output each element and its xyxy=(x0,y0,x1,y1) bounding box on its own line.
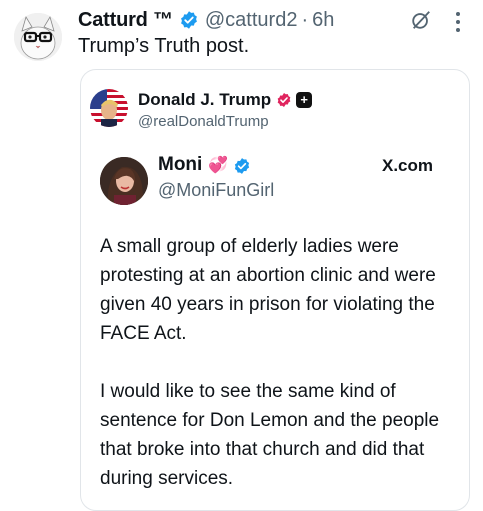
embedded-post-body: A small group of elderly ladies were pro… xyxy=(100,232,460,493)
tweet-timestamp[interactable]: 6h xyxy=(312,9,334,32)
source-label: X.com xyxy=(382,156,434,175)
post-paragraph: I would like to see the same kind of sen… xyxy=(100,381,440,489)
embedded-author-name: Moni xyxy=(158,154,203,175)
quoted-author-handle[interactable]: @realDonaldTrump xyxy=(138,113,269,130)
post-paragraph: A small group of elderly ladies were pro… xyxy=(100,236,436,344)
tweet-author-handle[interactable]: @catturd2 xyxy=(205,9,298,32)
tweet-text: Trump’s Truth post. xyxy=(78,35,250,57)
trump-avatar[interactable] xyxy=(90,89,128,127)
more-options-icon[interactable] xyxy=(454,10,462,34)
government-badge-icon xyxy=(276,92,292,108)
embedded-author-handle: @MoniFunGirl xyxy=(158,180,275,200)
verified-badge-icon xyxy=(233,157,250,174)
catturd-avatar[interactable] xyxy=(14,13,62,61)
quoted-author-name[interactable]: Donald J. Trump xyxy=(138,90,271,110)
quoted-author-row: Donald J. Trump + xyxy=(138,90,313,110)
moni-avatar[interactable] xyxy=(100,157,148,205)
affiliate-badge-icon: + xyxy=(296,92,313,108)
grok-icon[interactable] xyxy=(410,9,432,31)
separator-dot: · xyxy=(301,8,309,31)
tweet-header: Catturd ™ @catturd2 · 6h xyxy=(78,8,334,32)
hearts-emoji: 💞 xyxy=(208,157,229,174)
verified-badge-icon xyxy=(179,10,199,30)
embedded-author-row: Moni 💞 xyxy=(158,154,250,176)
tweet-author-name[interactable]: Catturd ™ xyxy=(78,9,173,32)
